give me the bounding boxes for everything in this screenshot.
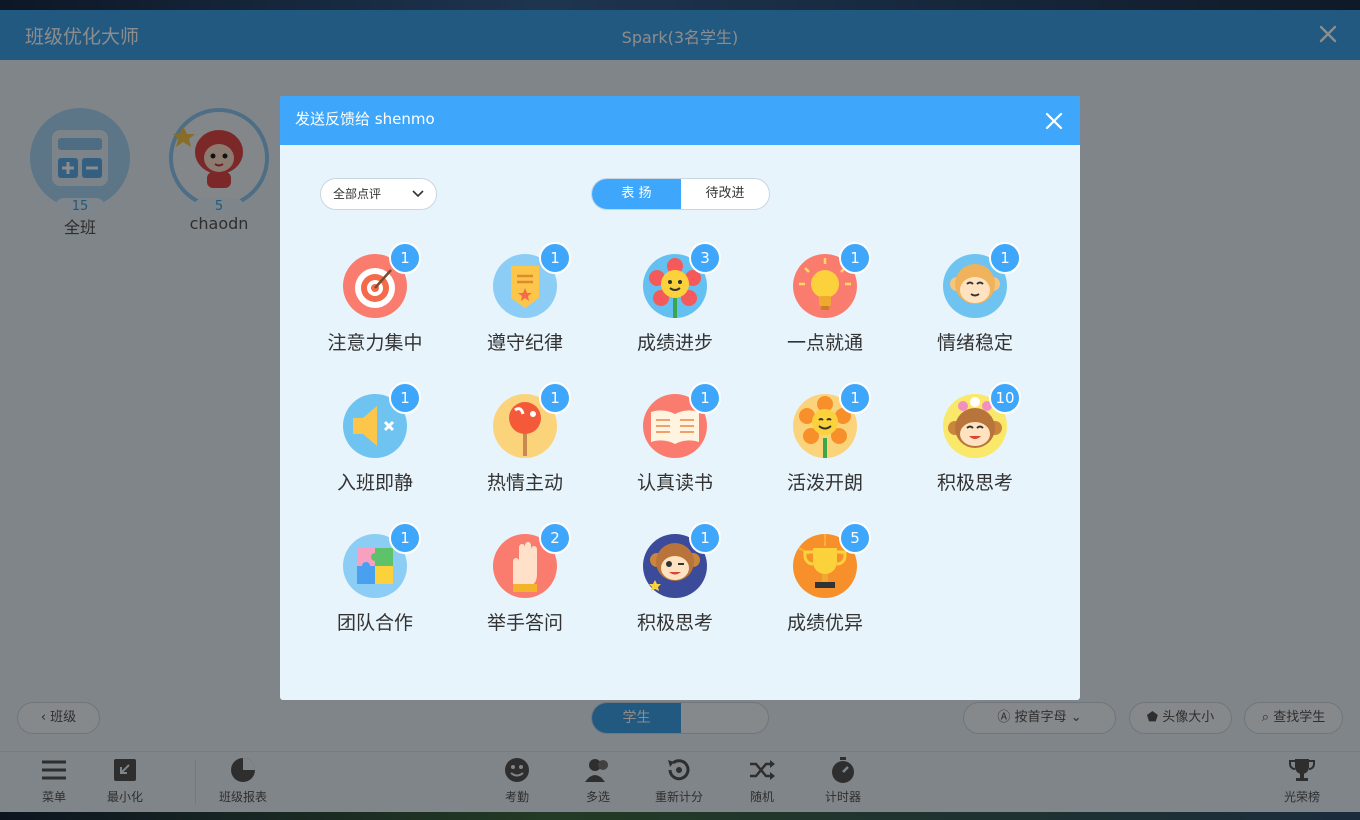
- feedback-label: 成绩优异: [786, 612, 863, 634]
- dialog-header: 发送反馈给 shenmo: [280, 96, 1080, 145]
- feedback-count-badge: 5: [839, 522, 871, 554]
- dialog-close-icon[interactable]: [1042, 109, 1066, 133]
- feedback-label: 认真读书: [636, 472, 713, 494]
- feedback-count-badge: 1: [839, 242, 871, 274]
- desktop-strip-bottom: [0, 812, 1360, 820]
- feedback-label: 积极思考: [636, 612, 713, 634]
- feedback-count-badge: 1: [539, 242, 571, 274]
- feedback-item[interactable]: 1 注意力集中: [315, 242, 435, 355]
- feedback-label: 遵守纪律: [486, 332, 563, 354]
- feedback-label: 注意力集中: [327, 332, 423, 354]
- tab-needs-improvement[interactable]: 待改进: [681, 179, 769, 209]
- dialog-title: 发送反馈给 shenmo: [295, 110, 435, 128]
- feedback-item[interactable]: 1 认真读书: [615, 382, 735, 495]
- feedback-item[interactable]: 1 遵守纪律: [465, 242, 585, 355]
- feedback-count-badge: 1: [689, 382, 721, 414]
- tab-praise[interactable]: 表 扬: [592, 179, 681, 209]
- desktop-strip-top: [0, 0, 1360, 10]
- feedback-count-badge: 1: [989, 242, 1021, 274]
- feedback-item[interactable]: 2 举手答问: [465, 522, 585, 635]
- feedback-count-badge: 3: [689, 242, 721, 274]
- feedback-type-toggle: 表 扬 待改进: [591, 178, 770, 210]
- feedback-item[interactable]: 1 情绪稳定: [915, 242, 1035, 355]
- feedback-label: 团队合作: [336, 612, 413, 634]
- feedback-item[interactable]: 3 成绩进步: [615, 242, 735, 355]
- feedback-item[interactable]: 1 团队合作: [315, 522, 435, 635]
- feedback-count-badge: 1: [539, 382, 571, 414]
- feedback-count-badge: 1: [689, 522, 721, 554]
- chevron-down-icon: [412, 190, 424, 198]
- feedback-count-badge: 10: [989, 382, 1021, 414]
- feedback-label: 积极思考: [936, 472, 1013, 494]
- feedback-label: 举手答问: [486, 612, 563, 634]
- feedback-count-badge: 1: [389, 242, 421, 274]
- feedback-label: 一点就通: [786, 332, 863, 354]
- feedback-filter-dropdown[interactable]: 全部点评: [320, 178, 437, 210]
- feedback-item[interactable]: 1 热情主动: [465, 382, 585, 495]
- feedback-label: 成绩进步: [636, 332, 713, 354]
- feedback-label: 活泼开朗: [786, 472, 863, 494]
- feedback-label: 情绪稳定: [936, 332, 1013, 354]
- feedback-item[interactable]: 5 成绩优异: [765, 522, 885, 635]
- feedback-item[interactable]: 1 活泼开朗: [765, 382, 885, 495]
- feedback-item[interactable]: 10 积极思考: [915, 382, 1035, 495]
- feedback-item[interactable]: 1 一点就通: [765, 242, 885, 355]
- feedback-count-badge: 2: [539, 522, 571, 554]
- feedback-count-badge: 1: [389, 522, 421, 554]
- feedback-count-badge: 1: [389, 382, 421, 414]
- feedback-label: 热情主动: [486, 472, 563, 494]
- feedback-item[interactable]: 1 积极思考: [615, 522, 735, 635]
- feedback-item[interactable]: 1 入班即静: [315, 382, 435, 495]
- feedback-dialog: 发送反馈给 shenmo 全部点评 表 扬 待改进 1 注意力集中 1 遵守纪律: [280, 96, 1080, 700]
- feedback-count-badge: 1: [839, 382, 871, 414]
- feedback-label: 入班即静: [336, 472, 413, 494]
